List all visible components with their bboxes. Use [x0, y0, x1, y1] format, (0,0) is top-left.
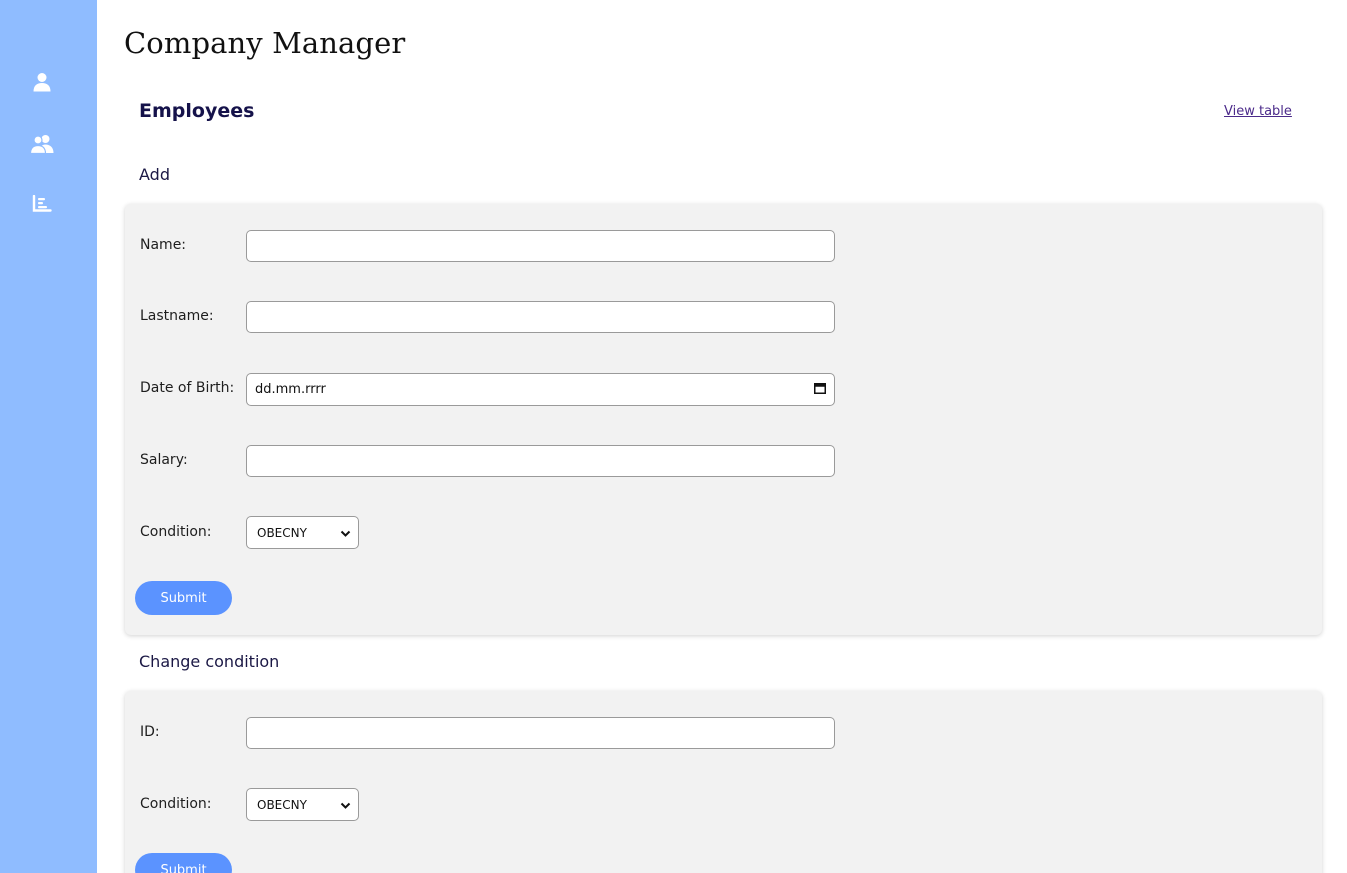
dob-label: Date of Birth: [140, 380, 235, 396]
id-input[interactable] [246, 717, 835, 749]
users-icon[interactable] [28, 130, 56, 158]
chart-bar-icon[interactable] [28, 190, 56, 218]
user-icon[interactable] [28, 68, 56, 96]
change-form-title: Change condition [139, 652, 280, 671]
name-label: Name: [140, 237, 187, 253]
name-input[interactable] [246, 230, 835, 262]
section-title: Employees [139, 100, 255, 122]
lastname-label: Lastname: [140, 308, 214, 324]
app-title: Company Manager [124, 26, 406, 60]
condition-select-value: OBECNY [257, 525, 307, 540]
main-content: Company Manager Employees View table Add… [97, 0, 1347, 873]
salary-input[interactable] [246, 445, 835, 477]
add-form-title: Add [139, 165, 170, 184]
lastname-input[interactable] [246, 301, 835, 333]
add-submit-button[interactable]: Submit [135, 581, 232, 615]
id-label: ID: [140, 724, 160, 740]
condition-select[interactable]: OBECNY [246, 516, 359, 549]
change-condition-select-value: OBECNY [257, 797, 307, 812]
condition-label: Condition: [140, 524, 212, 540]
change-condition-select[interactable]: OBECNY [246, 788, 359, 821]
add-employee-form: Name: Lastname: Date of Birth: dd.mm.rrr… [125, 204, 1322, 635]
chevron-down-icon [340, 523, 351, 542]
change-submit-button[interactable]: Submit [135, 853, 232, 873]
dob-input[interactable]: dd.mm.rrrr [246, 373, 835, 406]
dob-placeholder: dd.mm.rrrr [255, 382, 326, 397]
calendar-icon[interactable] [814, 382, 826, 398]
change-condition-label: Condition: [140, 796, 212, 812]
salary-label: Salary: [140, 452, 188, 468]
view-table-link[interactable]: View table [1224, 104, 1292, 119]
sidebar [0, 0, 97, 873]
chevron-down-icon [340, 795, 351, 814]
change-condition-form: ID: Condition: OBECNY Submit [125, 691, 1322, 873]
